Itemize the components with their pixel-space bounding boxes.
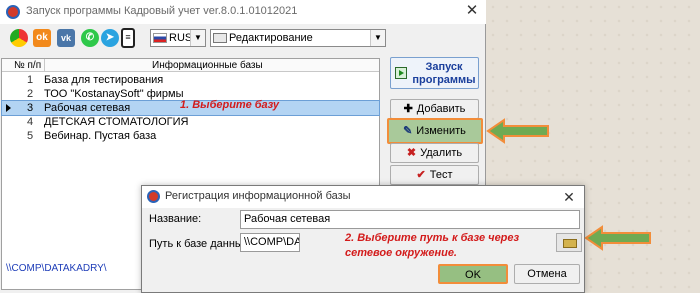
language-select[interactable]: RUS ▼ [150,29,206,47]
name-field[interactable]: Рабочая сетевая [240,210,580,229]
row-name: Вебинар. Пустая база [44,130,157,142]
arrow-shape [584,225,651,251]
dialog-title-bar: Регистрация информационной базы ✕ [142,186,584,208]
language-value: RUS [169,32,193,44]
chevron-down-icon: ▼ [190,30,205,46]
edit-icon: ✎ [403,125,413,137]
database-icon[interactable]: ≡ [121,28,135,48]
plus-icon: ✚ [403,103,413,115]
chevron-down-icon: ▼ [370,30,385,46]
path-field[interactable]: \\COMP\DATAKADRY\ [240,233,300,252]
column-name-header[interactable]: Информационные базы [152,60,263,71]
folder-icon [563,239,577,248]
test-button[interactable]: ✔ Тест [390,165,479,185]
arrow-shape [486,118,549,144]
row-number: 2 [27,88,34,100]
launch-label-line1: Запуск [425,61,463,73]
edit-label: Изменить [416,125,466,137]
delete-label: Удалить [420,147,463,159]
row-number: 1 [27,74,34,86]
list-header: № п/п Информационные базы [2,59,379,72]
annotation-step2-line1: 2. Выберите путь к базе через [345,232,520,244]
annotation-step1: 1. Выберите базу [180,99,279,111]
launch-label-line2: программы [412,74,476,86]
title-bar: Запуск программы Кадровый учет ver.8.0.1… [0,0,486,24]
chrome-icon[interactable] [10,29,28,47]
arrow-to-folder-icon [584,225,651,251]
cancel-button[interactable]: Отмена [514,264,580,284]
database-path-text: \\COMP\DATAKADRY\ [6,263,107,274]
mode-select[interactable]: Редактирование ▼ [210,29,386,47]
check-icon: ✔ [416,169,426,181]
path-label: Путь к базе данных: [149,238,252,250]
dialog-title: Регистрация информационной базы [165,190,351,202]
play-icon [395,67,407,79]
vk-icon[interactable]: vk [57,29,75,47]
ok-button[interactable]: OK [438,264,508,284]
app-icon [6,5,20,19]
close-window-button[interactable]: ✕ [458,0,486,22]
row-name: ТОО "KostanaySoft" фирмы [44,88,184,100]
column-number-header[interactable]: № п/п [14,60,41,71]
dialog-close-button[interactable]: ✕ [558,186,580,208]
row-number: 4 [27,116,34,128]
row-number: 5 [27,130,34,142]
toolbar: ok vk ✆ ➤ ≡ RUS ▼ Редактирование ▼ [0,24,486,54]
window-title: Запуск программы Кадровый учет ver.8.0.1… [26,5,298,17]
mode-value: Редактирование [229,32,313,44]
row-name: База для тестирования [44,74,164,86]
delete-button[interactable]: ✖ Удалить [390,143,479,163]
row-name: ДЕТСКАЯ СТОМАТОЛОГИЯ [44,116,189,128]
register-database-dialog: Регистрация информационной базы ✕ Назван… [141,185,585,293]
list-item[interactable]: 4 ДЕТСКАЯ СТОМАТОЛОГИЯ [2,115,379,129]
name-label: Название: [149,213,202,225]
test-label: Тест [429,169,453,181]
row-pointer-icon [6,104,11,112]
list-item[interactable]: 1 База для тестирования [2,73,379,87]
browse-folder-button[interactable] [556,233,582,252]
row-name: Рабочая сетевая [44,102,131,114]
dialog-app-icon [147,190,160,203]
add-label: Добавить [416,103,466,115]
russia-flag-icon [153,33,167,43]
mode-icon [213,33,227,43]
launch-program-button[interactable]: Запуск программы [390,57,479,89]
whatsapp-icon[interactable]: ✆ [81,29,99,47]
delete-icon: ✖ [406,147,417,159]
row-number: 3 [27,102,34,114]
odnoklassniki-icon[interactable]: ok [33,29,51,47]
add-button[interactable]: ✚ Добавить [390,99,479,119]
column-divider [44,59,45,72]
edit-button[interactable]: ✎ Изменить [390,121,479,141]
annotation-step2-line2: сетевое окружение. [345,247,457,259]
telegram-icon[interactable]: ➤ [101,29,119,47]
list-item[interactable]: 5 Вебинар. Пустая база [2,129,379,143]
arrow-to-edit-icon [486,118,549,144]
